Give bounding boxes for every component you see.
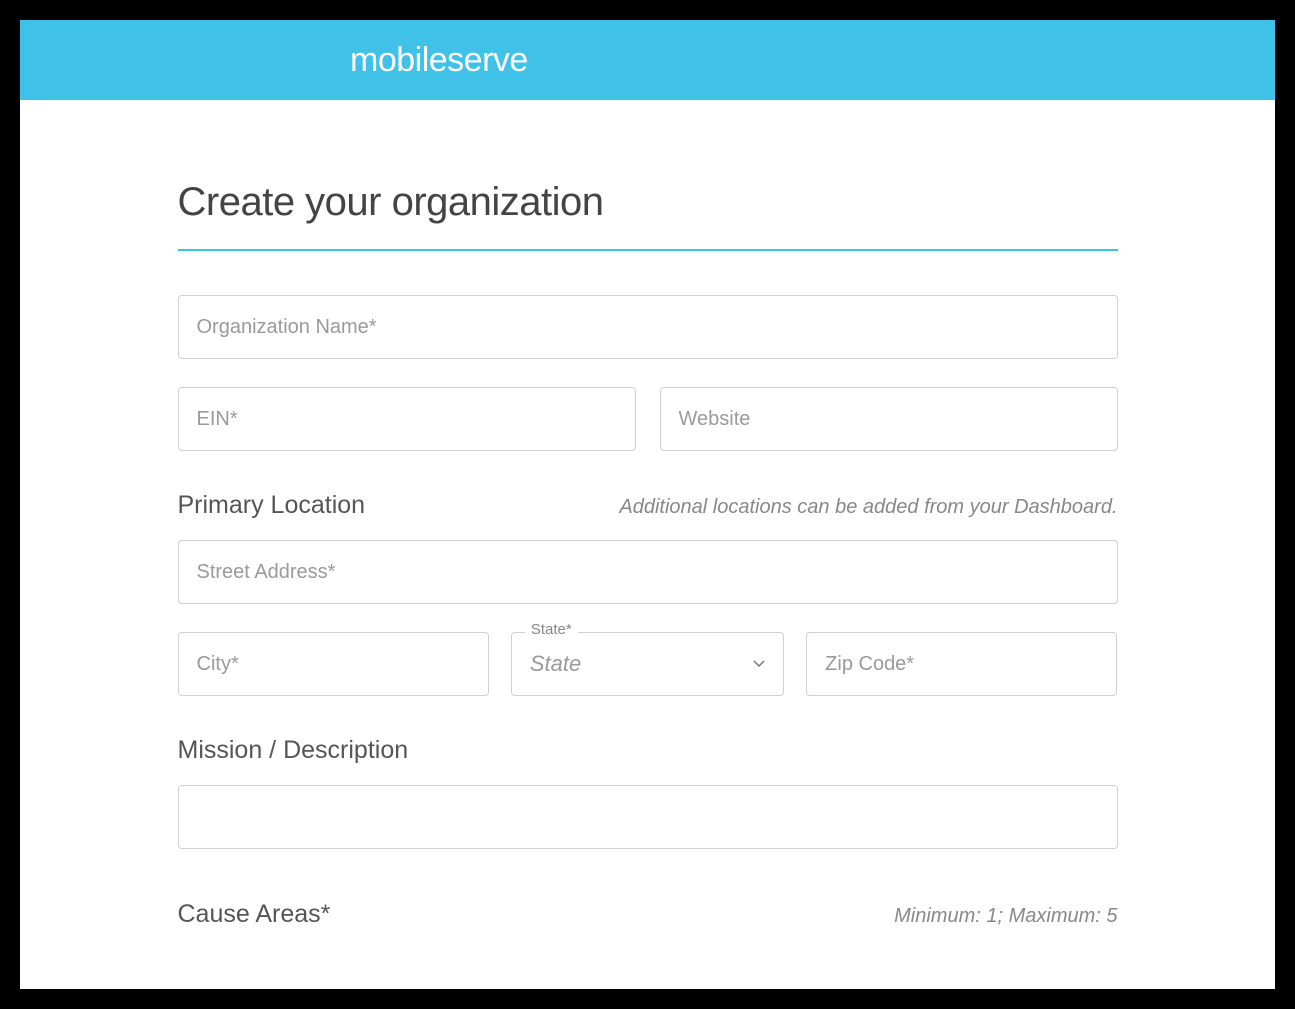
org-name-row: [178, 295, 1118, 359]
state-select-wrap: State* State: [511, 632, 784, 696]
cause-label: Cause Areas*: [178, 900, 331, 929]
website-input[interactable]: [660, 387, 1118, 451]
page-title: Create your organization: [178, 180, 1118, 225]
org-name-input[interactable]: [178, 295, 1118, 359]
brand-logo: mobileserve: [350, 41, 528, 80]
chevron-down-icon: [753, 655, 765, 673]
header-bar: mobileserve: [20, 20, 1275, 100]
cause-hint: Minimum: 1; Maximum: 5: [894, 905, 1117, 928]
mission-section: Mission / Description: [178, 736, 1118, 854]
zip-input[interactable]: [806, 632, 1117, 696]
ein-input[interactable]: [178, 387, 636, 451]
location-hint: Additional locations can be added from y…: [619, 496, 1117, 519]
state-select[interactable]: State: [511, 632, 784, 696]
title-divider: [178, 249, 1118, 251]
street-input[interactable]: [178, 540, 1118, 604]
state-legend: State*: [525, 621, 578, 638]
street-row: [178, 540, 1118, 604]
city-state-zip-row: State* State: [178, 632, 1118, 696]
form-content: Create your organization Primary Locatio…: [98, 100, 1198, 989]
ein-website-row: [178, 387, 1118, 451]
page-wrapper: mobileserve Create your organization Pri…: [20, 20, 1275, 989]
state-select-value: State: [530, 651, 581, 677]
cause-section-header: Cause Areas* Minimum: 1; Maximum: 5: [178, 900, 1118, 929]
location-label: Primary Location: [178, 491, 366, 520]
city-input[interactable]: [178, 632, 489, 696]
location-section-header: Primary Location Additional locations ca…: [178, 491, 1118, 520]
mission-label: Mission / Description: [178, 736, 1118, 765]
mission-textarea[interactable]: [178, 785, 1118, 849]
